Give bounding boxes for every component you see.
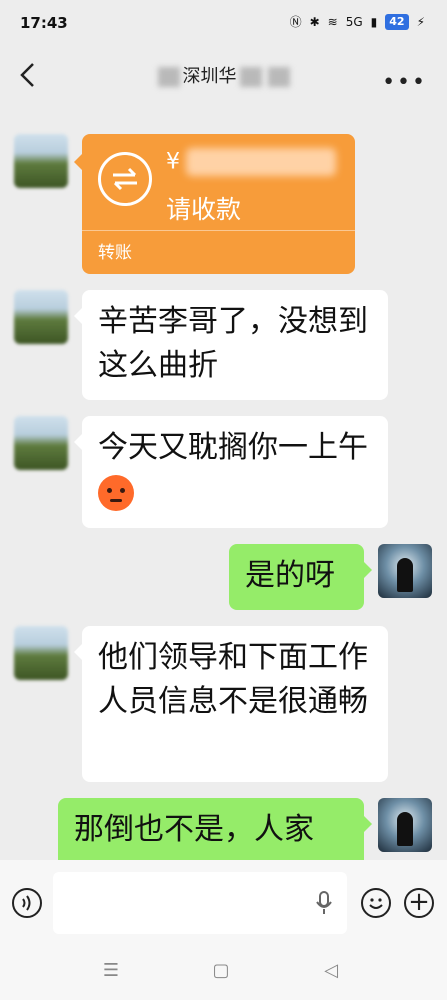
transfer-amount: ¥ bbox=[166, 148, 366, 180]
network-label: 5G bbox=[345, 14, 363, 29]
transfer-icon bbox=[98, 152, 152, 206]
avatar-contact[interactable] bbox=[14, 626, 68, 680]
avatar-contact[interactable] bbox=[14, 134, 68, 188]
charging-icon: ⚡ bbox=[416, 14, 425, 29]
avatar-contact[interactable] bbox=[14, 416, 68, 470]
more-icon[interactable]: ••• bbox=[382, 70, 427, 95]
message-text: 那倒也不是，人家 bbox=[74, 812, 314, 847]
chat-area[interactable]: ¥ 请收款 转账 辛苦李哥了，没想到这么曲折 今天又耽搁你一上午 是的呀 他们领… bbox=[0, 110, 447, 860]
input-bar: + bbox=[0, 860, 447, 946]
message-bubble[interactable]: 辛苦李哥了，没想到这么曲折 bbox=[74, 290, 388, 400]
transfer-card[interactable]: ¥ 请收款 转账 bbox=[74, 134, 355, 274]
system-nav-bar: ☰ ▢ ◁ bbox=[0, 946, 447, 1000]
wifi-icon: ≋ bbox=[327, 14, 338, 29]
chat-header: 深圳华 ••• bbox=[0, 48, 447, 104]
message-text: 他们领导和下面工作人员信息不是很通畅 bbox=[98, 640, 368, 719]
transfer-footer: 转账 bbox=[98, 243, 132, 263]
nav-back-icon[interactable]: ◁ bbox=[316, 960, 346, 986]
battery-indicator: 42 bbox=[385, 13, 409, 30]
nav-menu-icon[interactable]: ☰ bbox=[96, 960, 126, 986]
chat-title: 深圳华 bbox=[0, 62, 447, 88]
message-bubble-self[interactable]: 那倒也不是，人家 bbox=[58, 798, 372, 860]
plus-icon[interactable]: + bbox=[404, 888, 434, 918]
mic-icon[interactable] bbox=[314, 890, 334, 916]
chat-title-text: 深圳华 bbox=[182, 66, 237, 87]
signal-icon: ▮ bbox=[370, 14, 378, 29]
message-bubble[interactable]: 今天又耽搁你一上午 bbox=[74, 416, 388, 528]
nav-home-icon[interactable]: ▢ bbox=[206, 960, 236, 986]
message-text: 是的呀 bbox=[245, 558, 335, 593]
status-time: 17:43 bbox=[20, 14, 68, 32]
sad-face-emoji-icon bbox=[98, 474, 134, 511]
message-text: 今天又耽搁你一上午 bbox=[98, 430, 368, 465]
emoji-icon[interactable] bbox=[361, 888, 391, 918]
message-bubble[interactable]: 他们领导和下面工作人员信息不是很通畅 bbox=[74, 626, 388, 782]
status-icons: Ⓝ ✱ ≋ 5G ▮ 42 ⚡ bbox=[290, 13, 425, 30]
avatar-contact[interactable] bbox=[14, 290, 68, 344]
nfc-icon: Ⓝ bbox=[289, 15, 302, 29]
transfer-label: 请收款 bbox=[166, 195, 242, 224]
status-bar: 17:43 Ⓝ ✱ ≋ 5G ▮ 42 ⚡ bbox=[0, 0, 447, 48]
message-input[interactable] bbox=[53, 872, 347, 934]
transfer-currency: ¥ bbox=[166, 149, 180, 175]
avatar-self[interactable] bbox=[378, 544, 432, 598]
avatar-self[interactable] bbox=[378, 798, 432, 852]
message-bubble-self[interactable]: 是的呀 bbox=[229, 544, 372, 610]
voice-icon[interactable] bbox=[12, 888, 42, 918]
message-text: 辛苦李哥了，没想到这么曲折 bbox=[98, 304, 368, 383]
bluetooth-icon: ✱ bbox=[309, 14, 320, 29]
